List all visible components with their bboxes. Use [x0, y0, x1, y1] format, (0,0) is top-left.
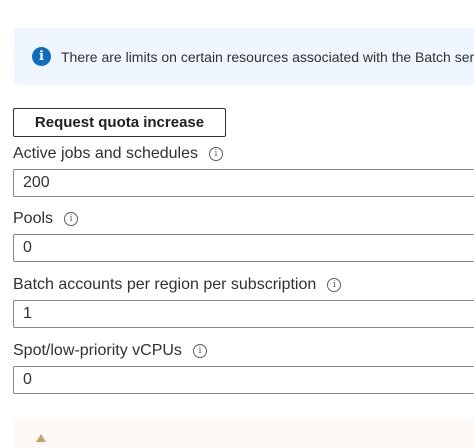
pools-label: Pools i — [13, 210, 79, 228]
batch-accounts-input[interactable] — [13, 300, 474, 328]
active-jobs-input[interactable] — [13, 169, 474, 197]
info-tooltip-icon[interactable]: i — [327, 278, 342, 292]
request-quota-increase-button[interactable]: Request quota increase — [13, 108, 226, 137]
batch-accounts-label: Batch accounts per region per subscripti… — [13, 276, 342, 294]
info-banner-text: There are limits on certain resources as… — [61, 48, 474, 65]
info-tooltip-icon[interactable]: i — [192, 344, 207, 358]
active-jobs-label-text: Active jobs and schedules — [13, 145, 198, 162]
spot-vcpus-label-text: Spot/low-priority vCPUs — [13, 342, 182, 359]
warning-banner — [14, 418, 474, 448]
active-jobs-label: Active jobs and schedules i — [13, 145, 223, 163]
spot-vcpus-input[interactable] — [13, 366, 474, 394]
pools-input[interactable] — [13, 234, 474, 262]
info-tooltip-icon[interactable]: i — [64, 212, 79, 226]
info-tooltip-icon[interactable]: i — [209, 147, 223, 161]
batch-accounts-label-text: Batch accounts per region per subscripti… — [13, 276, 317, 293]
pools-label-text: Pools — [13, 210, 54, 227]
info-icon: i — [32, 47, 51, 66]
warning-icon — [36, 434, 46, 442]
info-banner: i There are limits on certain resources … — [14, 28, 474, 85]
spot-vcpus-label: Spot/low-priority vCPUs i — [13, 342, 207, 360]
